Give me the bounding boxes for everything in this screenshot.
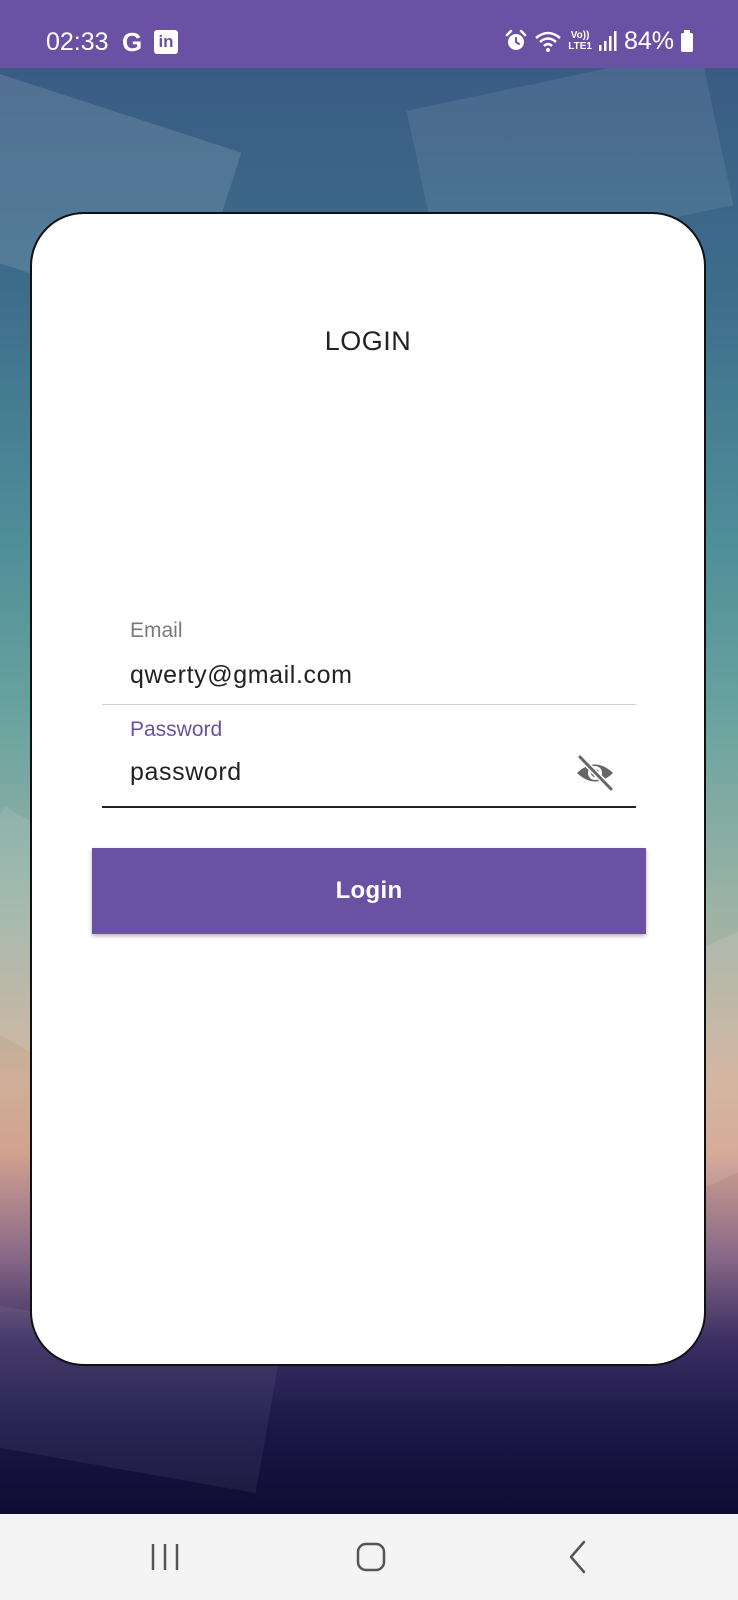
volte-icon: Vo)) LTE1 <box>568 30 592 52</box>
recents-icon[interactable] <box>142 1534 188 1580</box>
password-field[interactable]: Password password <box>102 718 636 808</box>
password-underline <box>102 806 636 808</box>
wifi-icon <box>534 29 562 53</box>
linkedin-icon: in <box>154 30 178 54</box>
password-input[interactable]: password <box>130 758 242 787</box>
battery-icon <box>680 29 694 53</box>
login-button[interactable]: Login <box>92 848 646 934</box>
home-icon[interactable] <box>348 1534 394 1580</box>
back-icon[interactable] <box>556 1534 602 1580</box>
email-input[interactable]: qwerty@gmail.com <box>130 661 353 690</box>
login-card: LOGIN Email qwerty@gmail.com Password pa… <box>30 212 706 1366</box>
status-time: 02:33 <box>46 28 109 56</box>
volte-top-text: Vo)) <box>570 30 590 41</box>
signal-icon <box>598 29 618 53</box>
password-label: Password <box>130 718 223 741</box>
email-underline <box>102 704 636 705</box>
status-bar: 02:33 G in Vo)) LTE1 84% <box>0 0 738 68</box>
page-title: LOGIN <box>324 326 412 356</box>
alarm-icon <box>504 29 528 53</box>
battery-percentage: 84% <box>623 26 674 55</box>
email-field[interactable]: Email qwerty@gmail.com <box>102 619 636 705</box>
status-icons: Vo)) LTE1 84% <box>504 26 694 56</box>
visibility-off-icon[interactable] <box>574 752 616 794</box>
navigation-bar <box>0 1514 738 1600</box>
email-label: Email <box>130 619 183 642</box>
volte-bottom-text: LTE1 <box>568 41 592 52</box>
google-icon: G <box>122 27 143 57</box>
